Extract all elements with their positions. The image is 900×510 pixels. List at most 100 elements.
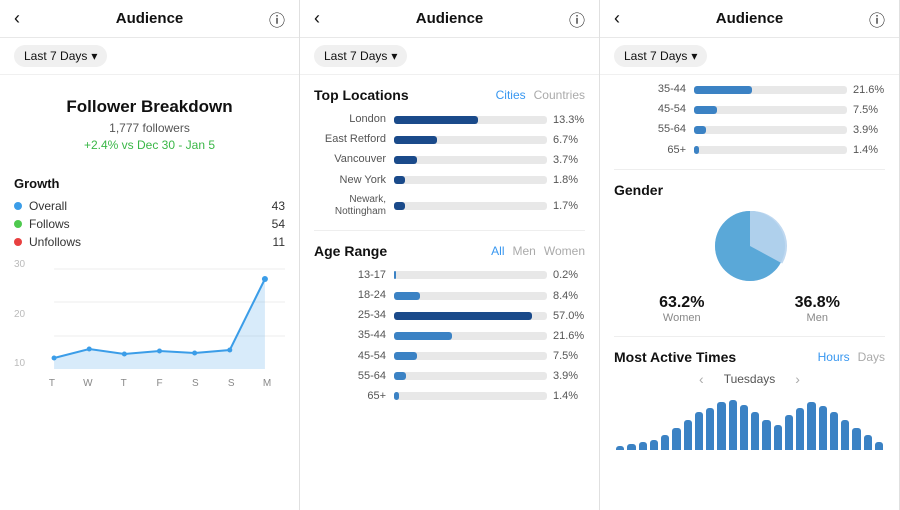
back-icon-3[interactable]: ‹ xyxy=(614,8,620,29)
bar-pct-25-34: 57.0% xyxy=(553,310,585,322)
panel3-content: 35-44 21.6% 45-54 7.5% 55-64 3.9% xyxy=(600,75,899,510)
bar-fill-65-plus xyxy=(394,392,399,400)
age3-65-plus: 65+ 1.4% xyxy=(614,144,885,157)
nav-prev-icon[interactable]: ‹ xyxy=(699,371,704,387)
age3-label-35-44: 35-44 xyxy=(614,83,686,96)
activity-bar-10 xyxy=(729,400,737,450)
activity-bar-21 xyxy=(852,428,860,450)
activity-bar-22 xyxy=(864,435,872,450)
tab-cities[interactable]: Cities xyxy=(496,88,526,102)
activity-bar-1 xyxy=(627,444,635,450)
bar-fill-55-64 xyxy=(394,372,406,380)
gender-chart xyxy=(614,206,885,286)
age3-bar-track-65-plus xyxy=(694,146,847,154)
follower-growth: +2.4% vs Dec 30 - Jan 5 xyxy=(14,138,285,152)
age3-label-45-54: 45-54 xyxy=(614,103,686,116)
age-55-64: 55-64 3.9% xyxy=(314,370,585,383)
bar-track-newark xyxy=(394,202,547,210)
bar-fill-45-54 xyxy=(394,352,417,360)
gender-section: Gender 63.2% Women xyxy=(614,182,885,324)
gender-pie-chart xyxy=(710,206,790,286)
bar-pct-65-plus: 1.4% xyxy=(553,390,585,402)
most-active-title: Most Active Times xyxy=(614,349,736,365)
overall-value: 43 xyxy=(272,199,285,213)
bar-pct-london: 13.3% xyxy=(553,114,585,126)
bar-pct-45-54: 7.5% xyxy=(553,350,585,362)
tab-hours[interactable]: Hours xyxy=(818,350,850,364)
date-filter-btn-2[interactable]: Last 7 Days ▾ xyxy=(314,45,407,67)
growth-item-unfollows: Unfollows 11 xyxy=(14,235,285,249)
activity-bar-16 xyxy=(796,408,804,450)
line-chart-svg xyxy=(14,259,285,369)
info-icon-2[interactable]: ⓘ xyxy=(569,7,585,31)
location-tabs: Cities Countries xyxy=(496,88,585,102)
follower-breakdown: Follower Breakdown 1,777 followers +2.4%… xyxy=(14,87,285,166)
back-icon[interactable]: ‹ xyxy=(14,8,20,29)
location-name-eastretford: East Retford xyxy=(314,133,386,146)
age3-bar-fill-55-64 xyxy=(694,126,706,134)
bar-track-35-44 xyxy=(394,332,547,340)
panel1-content: Follower Breakdown 1,777 followers +2.4%… xyxy=(0,75,299,510)
x-axis-labels: T W T F S S M xyxy=(14,378,285,389)
men-pct: 36.8% xyxy=(795,294,840,312)
info-icon-3[interactable]: ⓘ xyxy=(869,7,885,31)
follower-count: 1,777 followers xyxy=(14,121,285,135)
women-pct: 63.2% xyxy=(659,294,704,312)
tab-countries[interactable]: Countries xyxy=(534,88,585,102)
bar-fill-25-34 xyxy=(394,312,532,320)
age3-bar-track-45-54 xyxy=(694,106,847,114)
age-top-list: 35-44 21.6% 45-54 7.5% 55-64 3.9% xyxy=(614,83,885,157)
gender-women: 63.2% Women xyxy=(659,294,704,324)
unfollows-dot xyxy=(14,238,22,246)
growth-section: Growth Overall 43 Follows 54 Unfollows 1… xyxy=(14,176,285,249)
age3-bar-fill-65-plus xyxy=(694,146,699,154)
date-filter-btn-1[interactable]: Last 7 Days ▾ xyxy=(14,45,107,67)
location-name-newyork: New York xyxy=(314,174,386,187)
age-label-13-17: 13-17 xyxy=(314,269,386,282)
date-filter-3: Last 7 Days ▾ xyxy=(600,38,899,75)
tab-all[interactable]: All xyxy=(491,244,504,258)
tab-days[interactable]: Days xyxy=(858,350,885,364)
y-10: 10 xyxy=(14,358,25,369)
nav-row: ‹ Tuesdays › xyxy=(614,371,885,387)
overall-dot xyxy=(14,202,22,210)
activity-bar-18 xyxy=(819,406,827,450)
panel2-header: ‹ Audience ⓘ xyxy=(300,0,599,38)
activity-bar-19 xyxy=(830,412,838,450)
most-active-section: Most Active Times Hours Days ‹ Tuesdays … xyxy=(614,349,885,450)
bar-fill-newyork xyxy=(394,176,405,184)
divider-3 xyxy=(614,336,885,337)
bar-track-65-plus xyxy=(394,392,547,400)
age-65-plus: 65+ 1.4% xyxy=(314,390,585,403)
panel-gender: ‹ Audience ⓘ Last 7 Days ▾ 35-44 21.6% 4… xyxy=(600,0,900,510)
date-filter-btn-3[interactable]: Last 7 Days ▾ xyxy=(614,45,707,67)
panel3-title: Audience xyxy=(716,10,784,27)
age-range-header: Age Range All Men Women xyxy=(314,243,585,259)
tab-men[interactable]: Men xyxy=(513,244,536,258)
age3-35-44: 35-44 21.6% xyxy=(614,83,885,96)
overall-label: Overall xyxy=(29,199,272,213)
activity-bar-14 xyxy=(774,425,782,450)
panel-follower-breakdown: ‹ Audience ⓘ Last 7 Days ▾ Follower Brea… xyxy=(0,0,300,510)
bar-fill-13-17 xyxy=(394,271,396,279)
panel3-header: ‹ Audience ⓘ xyxy=(600,0,899,38)
activity-bar-12 xyxy=(751,412,759,450)
bar-fill-35-44 xyxy=(394,332,452,340)
tab-women[interactable]: Women xyxy=(544,244,585,258)
age-25-34: 25-34 57.0% xyxy=(314,309,585,322)
age3-bar-pct-45-54: 7.5% xyxy=(853,104,885,116)
date-filter-1: Last 7 Days ▾ xyxy=(0,38,299,75)
info-icon[interactable]: ⓘ xyxy=(269,7,285,31)
growth-item-follows: Follows 54 xyxy=(14,217,285,231)
back-icon-2[interactable]: ‹ xyxy=(314,8,320,29)
activity-bar-17 xyxy=(807,402,815,450)
bar-fill-18-24 xyxy=(394,292,420,300)
growth-item-overall: Overall 43 xyxy=(14,199,285,213)
activity-bar-5 xyxy=(672,428,680,450)
location-name-vancouver: Vancouver xyxy=(314,153,386,166)
nav-next-icon[interactable]: › xyxy=(795,371,800,387)
active-tabs: Hours Days xyxy=(818,350,885,364)
age-label-35-44: 35-44 xyxy=(314,329,386,342)
panel2-content: Top Locations Cities Countries London 13… xyxy=(300,75,599,510)
activity-bar-4 xyxy=(661,435,669,450)
